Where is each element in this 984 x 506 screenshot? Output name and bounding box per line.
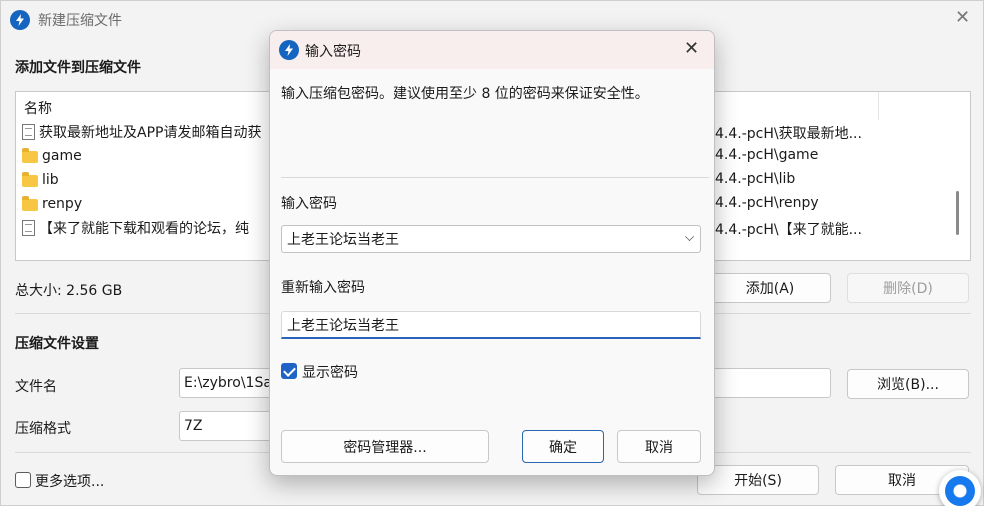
add-files-section-title: 添加文件到压缩文件 [15, 60, 141, 76]
password-value: 上老王论坛当老王 [287, 232, 399, 248]
dialog-close-icon[interactable]: ✕ [684, 40, 699, 58]
document-icon [22, 220, 35, 236]
dialog-title: 输入密码 [305, 44, 361, 60]
settings-section-title: 压缩文件设置 [15, 336, 99, 352]
document-icon [22, 124, 35, 140]
ok-button[interactable]: 确定 [522, 430, 604, 463]
file-path: 4.4.-pcH\【来了就能... [715, 222, 862, 238]
file-name: game [42, 148, 82, 164]
dialog-title-bar: 输入密码 ✕ [270, 31, 714, 69]
list-item[interactable]: renpy [22, 192, 82, 216]
total-size: 总大小: 2.56 GB [15, 283, 123, 299]
dialog-cancel-button[interactable]: 取消 [617, 430, 701, 463]
file-path: 4.4.-pcH\renpy [715, 195, 819, 211]
file-path: 4.4.-pcH\game [715, 147, 819, 163]
password-label: 输入密码 [281, 196, 337, 212]
file-name: 获取最新地址及APP请发邮箱自动获 [39, 125, 262, 141]
filename-label: 文件名 [15, 379, 57, 395]
file-name: lib [42, 172, 59, 188]
list-scrollbar[interactable] [956, 191, 959, 235]
reenter-password-input[interactable]: 上老王论坛当老王 [281, 311, 701, 339]
more-options-label[interactable]: 更多选项... [35, 471, 104, 491]
window-title: 新建压缩文件 [38, 13, 122, 29]
list-item[interactable]: lib [22, 168, 59, 192]
more-options-checkbox[interactable] [15, 472, 31, 488]
file-name: 【来了就能下载和观看的论坛，纯 [39, 221, 249, 237]
delete-button[interactable]: 删除(D) [847, 273, 969, 303]
password-manager-button[interactable]: 密码管理器... [281, 430, 489, 463]
list-item[interactable]: 【来了就能下载和观看的论坛，纯 [22, 216, 249, 240]
list-item[interactable]: 获取最新地址及APP请发邮箱自动获 [22, 120, 261, 144]
app-logo-icon [10, 10, 30, 30]
column-header-name[interactable]: 名称 [24, 98, 52, 118]
password-dialog: 输入密码 ✕ 输入压缩包密码。建议使用至少 8 位的密码来保证安全性。 输入密码… [269, 30, 715, 476]
show-password-checkbox[interactable] [281, 363, 297, 379]
folder-icon [22, 148, 38, 163]
file-path: 4.4.-pcH\lib [715, 171, 796, 187]
password-combobox[interactable]: 上老王论坛当老王 [281, 225, 701, 253]
app-logo-icon [279, 40, 299, 60]
dialog-description: 输入压缩包密码。建议使用至少 8 位的密码来保证安全性。 [281, 86, 649, 102]
list-item[interactable]: game [22, 144, 82, 168]
format-label: 压缩格式 [15, 421, 71, 437]
browse-button[interactable]: 浏览(B)... [847, 369, 969, 399]
chevron-down-icon[interactable] [685, 232, 694, 241]
folder-icon [22, 196, 38, 211]
floating-assistant-icon[interactable] [939, 470, 981, 506]
add-button[interactable]: 添加(A) [709, 273, 831, 303]
show-password-label[interactable]: 显示密码 [302, 362, 358, 382]
folder-icon [22, 172, 38, 187]
file-path: 4.4.-pcH\获取最新地... [715, 126, 862, 142]
column-separator[interactable] [878, 92, 879, 120]
start-button[interactable]: 开始(S) [697, 465, 819, 495]
close-icon[interactable]: ✕ [955, 9, 970, 27]
reenter-password-label: 重新输入密码 [281, 280, 365, 296]
file-name: renpy [42, 196, 83, 212]
divider [281, 177, 709, 178]
